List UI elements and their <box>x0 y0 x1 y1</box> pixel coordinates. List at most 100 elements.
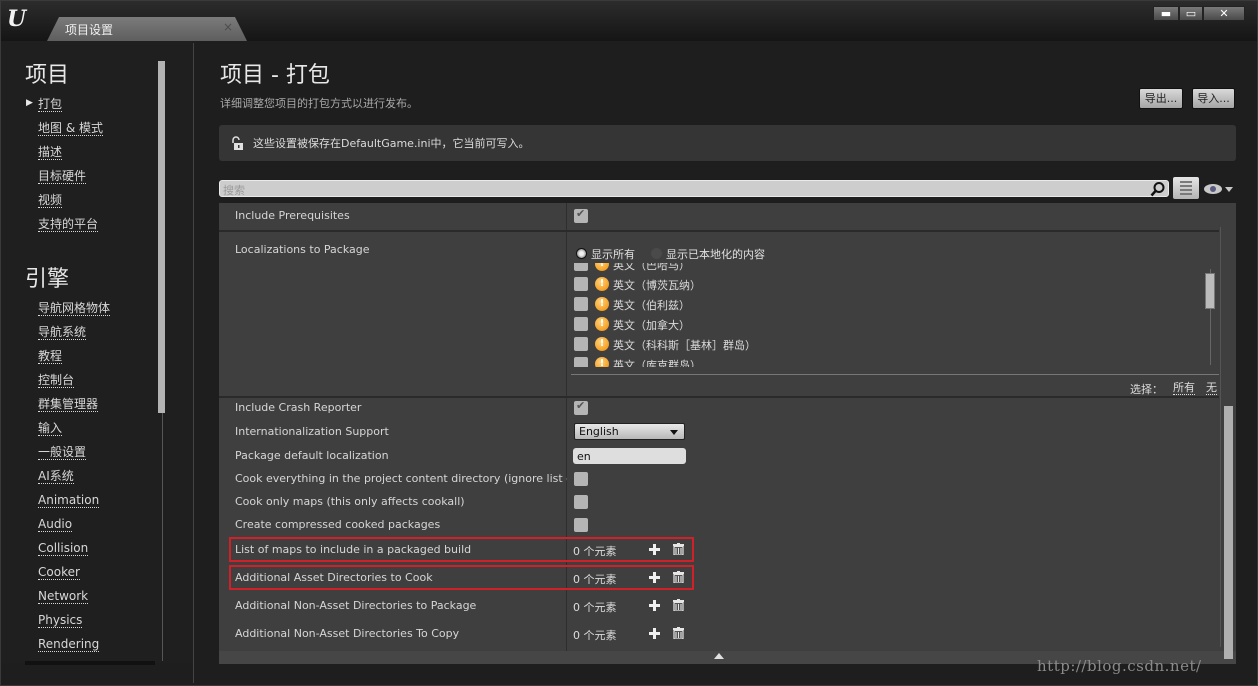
warning-icon: ! <box>595 263 609 271</box>
tab-project-settings[interactable]: 项目设置 × <box>47 17 247 41</box>
window-controls: ▬ ▭ ✕ <box>1153 6 1245 21</box>
cook-only-maps-checkbox[interactable] <box>574 495 588 509</box>
trash-icon[interactable] <box>673 599 684 611</box>
unreal-logo-icon: U <box>7 6 27 32</box>
maximize-button[interactable]: ▭ <box>1179 6 1203 21</box>
localization-checkbox[interactable] <box>574 357 588 367</box>
add-element-icon[interactable] <box>649 600 660 611</box>
localization-list: ! 英文（巴哈马） ! 英文（博茨瓦纳） ! 英文（伯利兹） ! 英文（加拿大）… <box>571 263 1201 367</box>
localization-item[interactable]: ! 英文（巴哈马） <box>571 263 1171 274</box>
sidebar-item-maps-modes[interactable]: 地图 & 模式 <box>38 121 103 136</box>
internationalization-support-dropdown[interactable]: English <box>574 423 685 440</box>
dropdown-value: English <box>579 425 619 438</box>
localization-item[interactable]: ! 英文（科科斯［基林］群岛） <box>571 334 1171 354</box>
sidebar-item-cooker[interactable]: Cooker <box>38 565 80 580</box>
export-button[interactable]: 导出... <box>1139 88 1183 109</box>
sidebar-item-rendering[interactable]: Rendering <box>38 637 100 652</box>
active-arrow-icon: ▶ <box>26 98 33 108</box>
sidebar-item-supported-platforms[interactable]: 支持的平台 <box>38 217 99 232</box>
warning-icon: ! <box>595 357 609 367</box>
visibility-dropdown[interactable] <box>1203 181 1235 197</box>
search-placeholder: 搜索 <box>223 184 245 197</box>
localization-checkbox[interactable] <box>574 297 588 311</box>
internationalization-support-label: Internationalization Support <box>235 425 389 438</box>
localization-item[interactable]: ! 英文（库克群岛） <box>571 354 1171 367</box>
sidebar-item-target-hardware[interactable]: 目标硬件 <box>38 169 87 184</box>
radio-show-localized[interactable] <box>651 248 662 259</box>
import-button[interactable]: 导入... <box>1192 88 1235 109</box>
localization-checkbox[interactable] <box>574 277 588 291</box>
sidebar: 项目 ▶ 打包 地图 & 模式 描述 目标硬件 视频 支持的平台 引擎 导航网格… <box>1 41 193 665</box>
sidebar-item-movies[interactable]: 视频 <box>38 193 63 208</box>
minimize-button[interactable]: ▬ <box>1153 6 1179 21</box>
localization-checkbox[interactable] <box>574 317 588 331</box>
page-title: 项目 - 打包 <box>220 63 330 88</box>
info-text: 这些设置被保存在DefaultGame.ini中，它当前可写入。 <box>253 137 530 150</box>
array-label-asset-dirs-to-cook: Additional Asset Directories to Cook <box>235 571 433 584</box>
sidebar-divider[interactable] <box>193 43 194 683</box>
title-bar: U 项目设置 × ▬ ▭ ✕ <box>1 1 1257 41</box>
localization-label: 英文（巴哈马） <box>613 263 690 272</box>
chevron-down-icon <box>670 430 678 435</box>
tab-close-icon[interactable]: × <box>223 20 233 34</box>
cook-everything-checkbox[interactable] <box>574 472 588 486</box>
sidebar-item-navigation-system[interactable]: 导航系统 <box>38 325 87 340</box>
select-none-link[interactable]: 无 <box>1206 381 1217 395</box>
select-all-link[interactable]: 所有 <box>1173 381 1195 395</box>
close-button[interactable]: ✕ <box>1203 6 1245 21</box>
details-scrollbar-track[interactable] <box>1220 227 1221 647</box>
array-count: 0 个元素 <box>573 629 617 642</box>
sidebar-item-input[interactable]: 输入 <box>38 421 63 436</box>
localization-checkbox[interactable] <box>574 263 588 271</box>
view-options-grid-button[interactable] <box>1173 177 1199 199</box>
unlock-icon <box>232 136 243 150</box>
sidebar-item-audio[interactable]: Audio <box>38 517 73 532</box>
select-label: 选择： <box>1130 383 1163 396</box>
sidebar-item-packaging[interactable]: 打包 <box>38 97 63 112</box>
trash-icon[interactable] <box>673 627 684 639</box>
sidebar-item-physics[interactable]: Physics <box>38 613 83 628</box>
include-crash-reporter-label: Include Crash Reporter <box>235 401 362 414</box>
add-element-icon[interactable] <box>649 544 660 555</box>
search-icon[interactable] <box>1150 181 1166 197</box>
collapse-up-icon[interactable] <box>714 653 724 659</box>
sidebar-item-crowd-manager[interactable]: 群集管理器 <box>38 397 99 412</box>
sidebar-item-description[interactable]: 描述 <box>38 145 63 160</box>
sidebar-item-general-settings[interactable]: 一般设置 <box>38 445 87 460</box>
radio-show-all-label: 显示所有 <box>591 248 635 261</box>
array-label-non-asset-dirs-copy: Additional Non-Asset Directories To Copy <box>235 627 460 640</box>
array-label-maps-to-include: List of maps to include in a packaged bu… <box>235 543 472 556</box>
trash-icon[interactable] <box>673 543 684 555</box>
package-default-localization-input[interactable] <box>573 448 686 464</box>
cook-everything-label: Cook everything in the project content d… <box>235 472 567 485</box>
search-input[interactable]: 搜索 <box>219 180 1169 197</box>
trash-icon[interactable] <box>673 571 684 583</box>
localization-item[interactable]: ! 英文（伯利兹） <box>571 294 1171 314</box>
localization-checkbox[interactable] <box>574 337 588 351</box>
sidebar-scrollbar-thumb[interactable] <box>158 61 165 413</box>
radio-show-all[interactable] <box>576 248 587 259</box>
project-settings-window: U 项目设置 × ▬ ▭ ✕ 项目 ▶ 打包 地图 & 模式 描述 目标硬件 视… <box>0 0 1258 686</box>
sidebar-item-navmesh[interactable]: 导航网格物体 <box>38 301 111 316</box>
sidebar-item-console[interactable]: 控制台 <box>38 373 75 388</box>
details-scrollbar-thumb[interactable] <box>1224 406 1233 659</box>
include-prerequisites-label: Include Prerequisites <box>235 209 350 222</box>
include-prerequisites-checkbox[interactable] <box>574 207 588 223</box>
sidebar-item-collision[interactable]: Collision <box>38 541 89 556</box>
add-element-icon[interactable] <box>649 628 660 639</box>
localization-item[interactable]: ! 英文（博茨瓦纳） <box>571 274 1171 294</box>
array-count: 0 个元素 <box>573 601 617 614</box>
create-compressed-checkbox[interactable] <box>574 518 588 532</box>
localization-item[interactable]: ! 英文（加拿大） <box>571 314 1171 334</box>
add-element-icon[interactable] <box>649 572 660 583</box>
sidebar-item-network[interactable]: Network <box>38 589 89 604</box>
include-crash-reporter-checkbox[interactable] <box>574 399 588 415</box>
watermark: http://blog.csdn.net/ <box>1037 657 1202 675</box>
radio-show-localized-label: 显示已本地化的内容 <box>666 248 765 261</box>
localization-scrollbar-thumb[interactable] <box>1205 273 1215 309</box>
array-count: 0 个元素 <box>573 545 617 558</box>
sidebar-item-tutorials[interactable]: 教程 <box>38 349 63 364</box>
localization-label: 英文（博茨瓦纳） <box>613 279 701 292</box>
sidebar-item-animation[interactable]: Animation <box>38 493 100 508</box>
sidebar-item-ai-system[interactable]: AI系统 <box>38 469 74 484</box>
